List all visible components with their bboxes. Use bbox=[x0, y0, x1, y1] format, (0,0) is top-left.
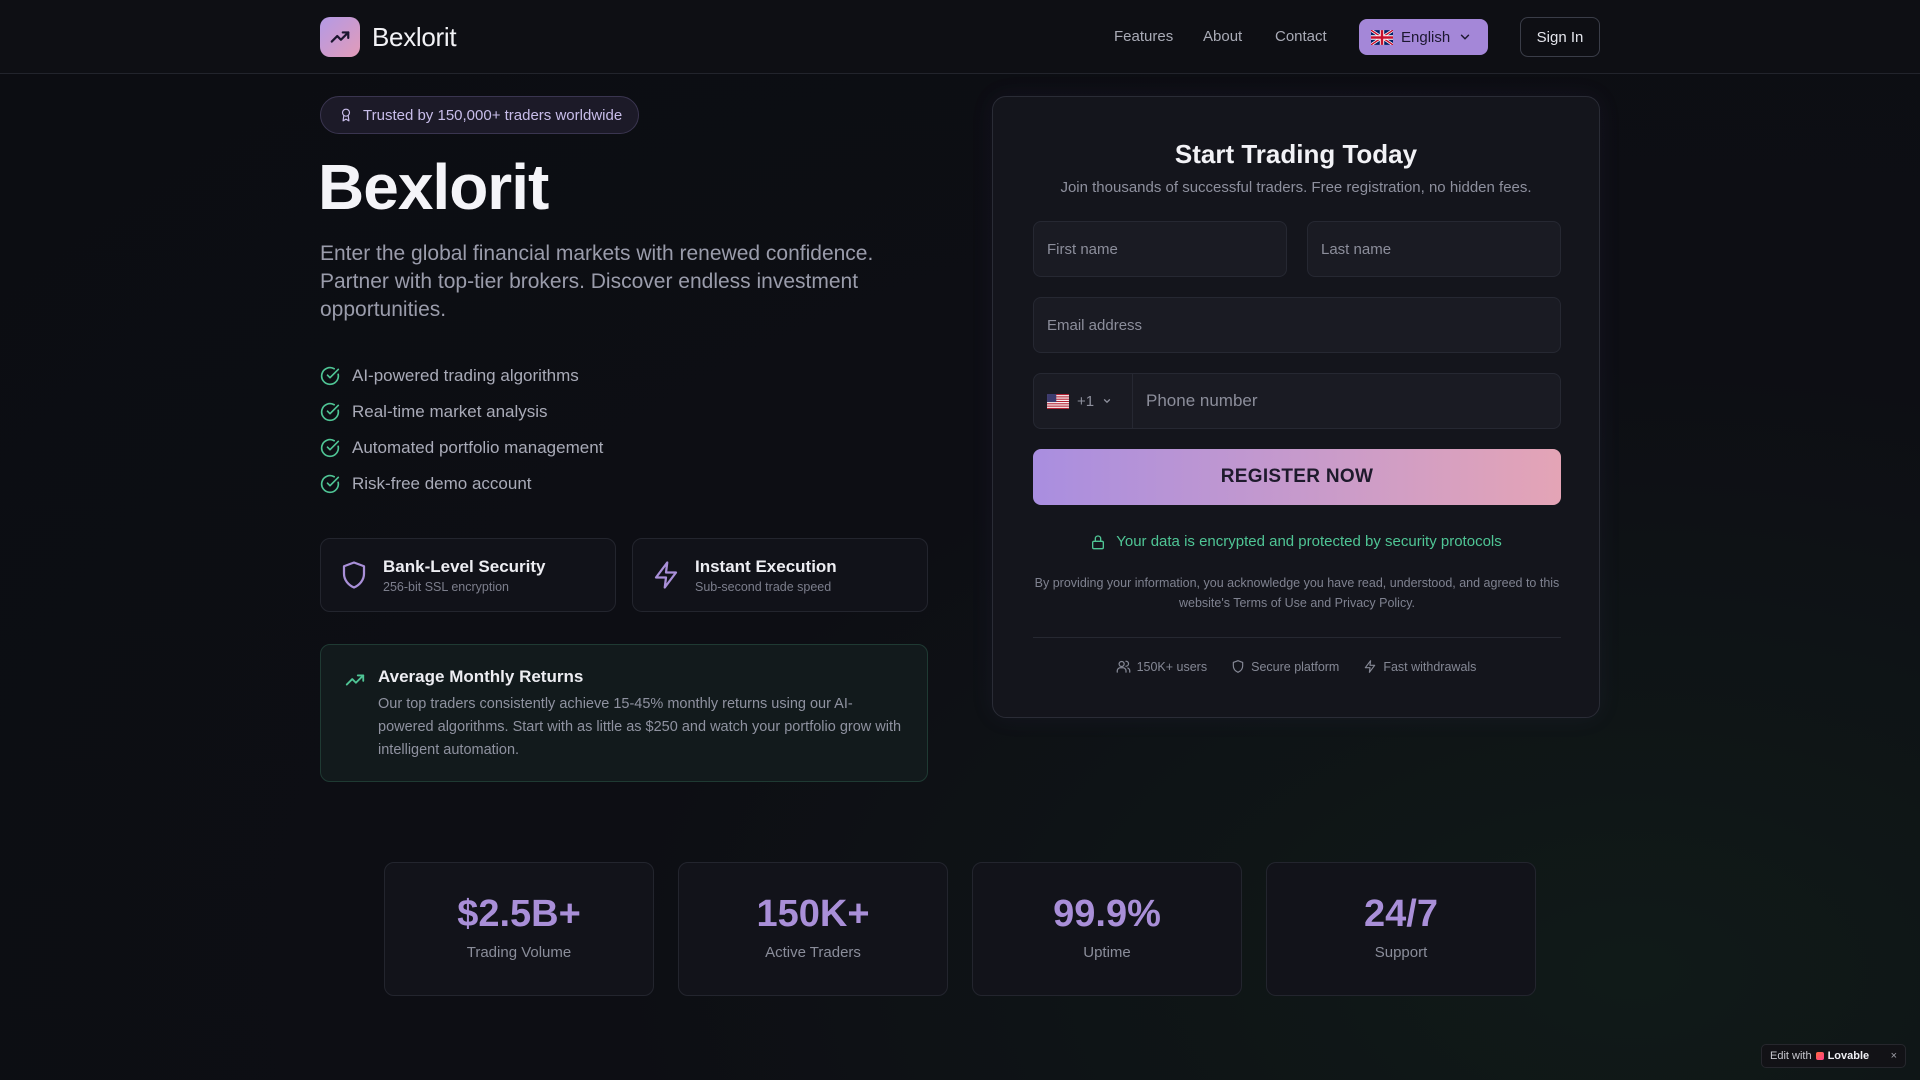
check-circle-icon bbox=[320, 474, 340, 494]
lock-icon bbox=[1090, 534, 1106, 550]
feature-list: AI-powered trading algorithms Real-time … bbox=[320, 358, 603, 502]
phone-field[interactable] bbox=[1132, 373, 1561, 429]
sign-in-button[interactable]: Sign In bbox=[1520, 17, 1600, 57]
execution-card-subtitle: Sub-second trade speed bbox=[695, 579, 832, 594]
footer-item-users: 150K+ users bbox=[1116, 659, 1208, 674]
footer-item-secure: Secure platform bbox=[1231, 659, 1339, 674]
stat-card: 150K+ Active Traders bbox=[678, 862, 948, 996]
execution-card: Instant Execution Sub-second trade speed bbox=[632, 538, 928, 612]
country-code-select[interactable]: +1 bbox=[1033, 373, 1133, 429]
stat-value: 150K+ bbox=[756, 893, 870, 935]
form-footer: 150K+ users Secure platform Fast withdra… bbox=[993, 659, 1599, 674]
award-icon bbox=[339, 107, 353, 123]
stat-card: 99.9% Uptime bbox=[972, 862, 1242, 996]
security-note: Your data is encrypted and protected by … bbox=[993, 533, 1599, 550]
stat-label: Uptime bbox=[1083, 944, 1131, 961]
stat-value: 99.9% bbox=[1053, 893, 1161, 935]
feature-label: Risk-free demo account bbox=[352, 474, 532, 493]
edit-with-lovable-badge[interactable]: Edit with Lovable × bbox=[1761, 1044, 1906, 1068]
close-icon[interactable]: × bbox=[1891, 1050, 1897, 1062]
returns-title: Average Monthly Returns bbox=[378, 667, 584, 686]
registration-form: Start Trading Today Join thousands of su… bbox=[992, 96, 1600, 718]
trust-badge-text: Trusted by 150,000+ traders worldwide bbox=[363, 106, 623, 124]
check-circle-icon bbox=[320, 366, 340, 386]
security-card-title: Bank-Level Security bbox=[383, 556, 546, 576]
feature-label: Automated portfolio management bbox=[352, 438, 604, 457]
lovable-logo-icon bbox=[1815, 1052, 1824, 1060]
legal-text: By providing your information, you ackno… bbox=[1034, 576, 1560, 610]
nav-link-features[interactable]: Features bbox=[1114, 28, 1173, 45]
feature-item: Risk-free demo account bbox=[320, 466, 603, 502]
email-input[interactable] bbox=[1047, 298, 1560, 352]
lovable-brand: Lovable bbox=[1827, 1050, 1870, 1062]
feature-label: Real-time market analysis bbox=[352, 402, 548, 421]
register-button[interactable]: REGISTER NOW bbox=[1033, 449, 1561, 505]
returns-body: Our top traders consistently achieve 15-… bbox=[378, 696, 902, 758]
hero-subtitle: Enter the global financial markets with … bbox=[320, 242, 874, 321]
lovable-prefix: Edit with bbox=[1770, 1050, 1812, 1062]
check-circle-icon bbox=[320, 438, 340, 458]
shield-icon bbox=[1231, 659, 1245, 674]
country-code-label: +1 bbox=[1077, 392, 1095, 410]
lightning-icon bbox=[1363, 659, 1377, 674]
phone-input[interactable] bbox=[1146, 374, 1560, 428]
security-note-text: Your data is encrypted and protected by … bbox=[1116, 533, 1502, 550]
stat-label: Trading Volume bbox=[466, 944, 572, 961]
trending-up-icon bbox=[343, 669, 367, 691]
stat-label: Active Traders bbox=[765, 944, 861, 961]
feature-item: AI-powered trading algorithms bbox=[320, 358, 603, 394]
chevron-down-icon bbox=[1102, 396, 1112, 406]
footer-withdrawals-label: Fast withdrawals bbox=[1383, 659, 1477, 674]
us-flag-icon bbox=[1047, 393, 1069, 409]
footer-users-label: 150K+ users bbox=[1136, 659, 1208, 674]
language-selector[interactable]: English bbox=[1359, 19, 1488, 55]
nav-link-about[interactable]: About bbox=[1203, 28, 1242, 45]
check-circle-icon bbox=[320, 402, 340, 422]
trust-badge: Trusted by 150,000+ traders worldwide bbox=[320, 96, 640, 134]
uk-flag-icon bbox=[1371, 29, 1393, 45]
form-subtitle: Join thousands of successful traders. Fr… bbox=[1060, 179, 1532, 196]
email-field[interactable] bbox=[1033, 297, 1561, 353]
footer-item-withdrawals: Fast withdrawals bbox=[1363, 659, 1476, 674]
brand-logo[interactable]: Bexlorit bbox=[320, 17, 457, 57]
stat-card: $2.5B+ Trading Volume bbox=[384, 862, 654, 996]
last-name-input[interactable] bbox=[1321, 222, 1560, 276]
lightning-icon bbox=[651, 559, 681, 591]
stat-value: $2.5B+ bbox=[457, 893, 581, 935]
top-navbar: Bexlorit Features About Contact English … bbox=[0, 0, 1920, 74]
first-name-input[interactable] bbox=[1047, 222, 1286, 276]
chevron-down-icon bbox=[1458, 30, 1472, 44]
last-name-field[interactable] bbox=[1307, 221, 1561, 277]
trending-up-icon bbox=[320, 17, 360, 57]
execution-card-title: Instant Execution bbox=[695, 556, 837, 576]
brand-name: Bexlorit bbox=[372, 21, 457, 52]
first-name-field[interactable] bbox=[1033, 221, 1287, 277]
shield-icon bbox=[339, 559, 369, 591]
feature-item: Automated portfolio management bbox=[320, 430, 603, 466]
nav-link-contact[interactable]: Contact bbox=[1275, 28, 1327, 45]
feature-item: Real-time market analysis bbox=[320, 394, 603, 430]
hero-title: Bexlorit bbox=[318, 151, 549, 223]
form-title: Start Trading Today bbox=[1174, 139, 1418, 169]
footer-secure-label: Secure platform bbox=[1251, 659, 1340, 674]
language-label: English bbox=[1401, 28, 1451, 46]
stat-value: 24/7 bbox=[1364, 893, 1438, 935]
users-icon bbox=[1116, 659, 1131, 674]
stat-card: 24/7 Support bbox=[1266, 862, 1536, 996]
divider bbox=[1033, 637, 1561, 638]
security-card: Bank-Level Security 256-bit SSL encrypti… bbox=[320, 538, 616, 612]
returns-card: Average Monthly Returns Our top traders … bbox=[320, 644, 928, 782]
security-card-subtitle: 256-bit SSL encryption bbox=[383, 579, 510, 594]
stat-label: Support bbox=[1374, 944, 1428, 961]
feature-label: AI-powered trading algorithms bbox=[352, 366, 579, 385]
